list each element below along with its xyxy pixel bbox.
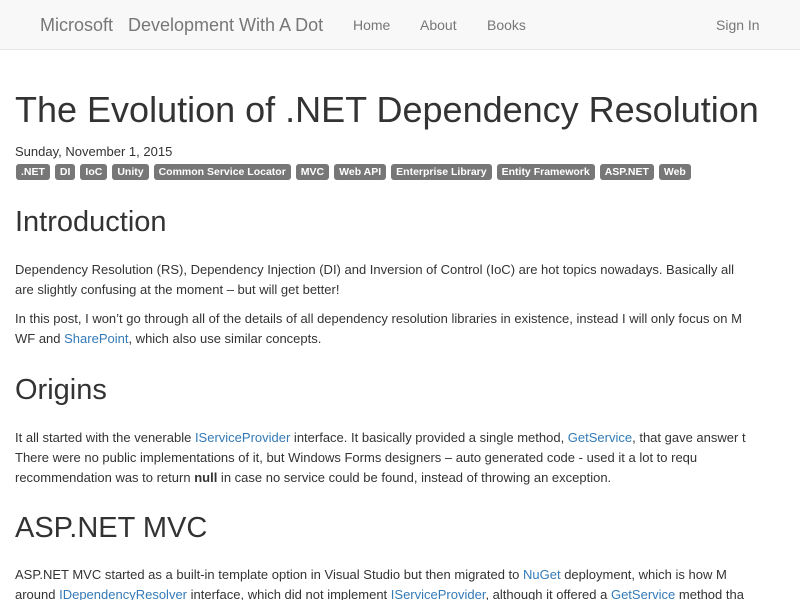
tag-ioc[interactable]: IoC [80, 164, 108, 180]
heading-origins: Origins [15, 374, 107, 406]
tag-unity[interactable]: Unity [112, 164, 149, 180]
paragraph-line: It all started with the venerable IServi… [15, 428, 800, 448]
paragraph-intro-2: In this post, I won’t go through all of … [15, 309, 800, 349]
text-run: It all started with the venerable [15, 430, 195, 445]
heading-introduction: Introduction [15, 206, 167, 238]
paragraph-intro-1: Dependency Resolution (RS), Dependency I… [15, 260, 800, 300]
brand-microsoft-link[interactable]: Microsoft [40, 0, 113, 50]
text-run: WF and [15, 331, 65, 346]
brand-blog-title-link[interactable]: Development With A Dot [128, 0, 323, 50]
text-run: interface. It basically provided a singl… [290, 430, 568, 445]
nav-home-link[interactable]: Home [353, 0, 390, 50]
paragraph-line: around IDependencyResolver interface, wh… [15, 585, 800, 600]
text-run: deployment, which is how M [560, 567, 727, 582]
paragraph-origins: It all started with the venerable IServi… [15, 428, 800, 488]
text-run: around [15, 587, 60, 600]
text-run: , that gave answer t [632, 430, 746, 445]
paragraph-line: are slightly confusing at the moment – b… [15, 282, 340, 297]
tag-mvc[interactable]: MVC [295, 164, 330, 180]
text-run: , although it offered a [485, 587, 611, 600]
tag-list: .NET DI IoC Unity Common Service Locator… [16, 164, 696, 180]
sign-in-link[interactable]: Sign In [716, 0, 760, 50]
text-run: method tha [675, 587, 744, 600]
tag-enterprise-library[interactable]: Enterprise Library [391, 164, 492, 180]
tag-aspnet[interactable]: ASP.NET [599, 164, 654, 180]
text-run: ASP.NET MVC started as a built-in templa… [15, 567, 524, 582]
sharepoint-link[interactable]: SharePoint [64, 331, 128, 346]
tag-web[interactable]: Web [658, 164, 691, 180]
null-keyword: null [194, 470, 218, 485]
tag-common-service-locator[interactable]: Common Service Locator [153, 164, 291, 180]
paragraph-line: recommendation was to return null in cas… [15, 468, 800, 488]
tag-entity-framework[interactable]: Entity Framework [496, 164, 595, 180]
getservice-link-2[interactable]: GetService [611, 587, 675, 600]
tag-dotnet[interactable]: .NET [16, 164, 50, 180]
paragraph-line: Dependency Resolution (RS), Dependency I… [15, 262, 734, 277]
nuget-link[interactable]: NuGet [523, 567, 561, 582]
text-run: , which also use similar concepts. [128, 331, 322, 346]
idependencyresolver-link[interactable]: IDependencyResolver [59, 587, 187, 600]
navbar: Microsoft Development With A Dot Home Ab… [0, 0, 800, 50]
paragraph-line: WF and SharePoint, which also use simila… [15, 329, 800, 349]
text-run: recommendation was to return [15, 470, 195, 485]
text-run: in case no service could be found, inste… [217, 470, 612, 485]
getservice-link[interactable]: GetService [568, 430, 632, 445]
post-date: Sunday, November 1, 2015 [15, 144, 173, 159]
iserviceprovider-link[interactable]: IServiceProvider [195, 430, 290, 445]
paragraph-line: In this post, I won’t go through all of … [15, 311, 742, 326]
tag-web-api[interactable]: Web API [334, 164, 387, 180]
nav-books-link[interactable]: Books [487, 0, 526, 50]
paragraph-line: ASP.NET MVC started as a built-in templa… [15, 565, 800, 585]
text-run: interface, which did not implement [187, 587, 391, 600]
iserviceprovider-link-2[interactable]: IServiceProvider [391, 587, 486, 600]
heading-aspnet-mvc: ASP.NET MVC [15, 512, 208, 544]
paragraph-aspnet-mvc: ASP.NET MVC started as a built-in templa… [15, 565, 800, 600]
nav-about-link[interactable]: About [420, 0, 457, 50]
paragraph-line: There were no public implementations of … [15, 450, 698, 465]
post-title: The Evolution of .NET Dependency Resolut… [15, 89, 759, 130]
tag-di[interactable]: DI [54, 164, 76, 180]
